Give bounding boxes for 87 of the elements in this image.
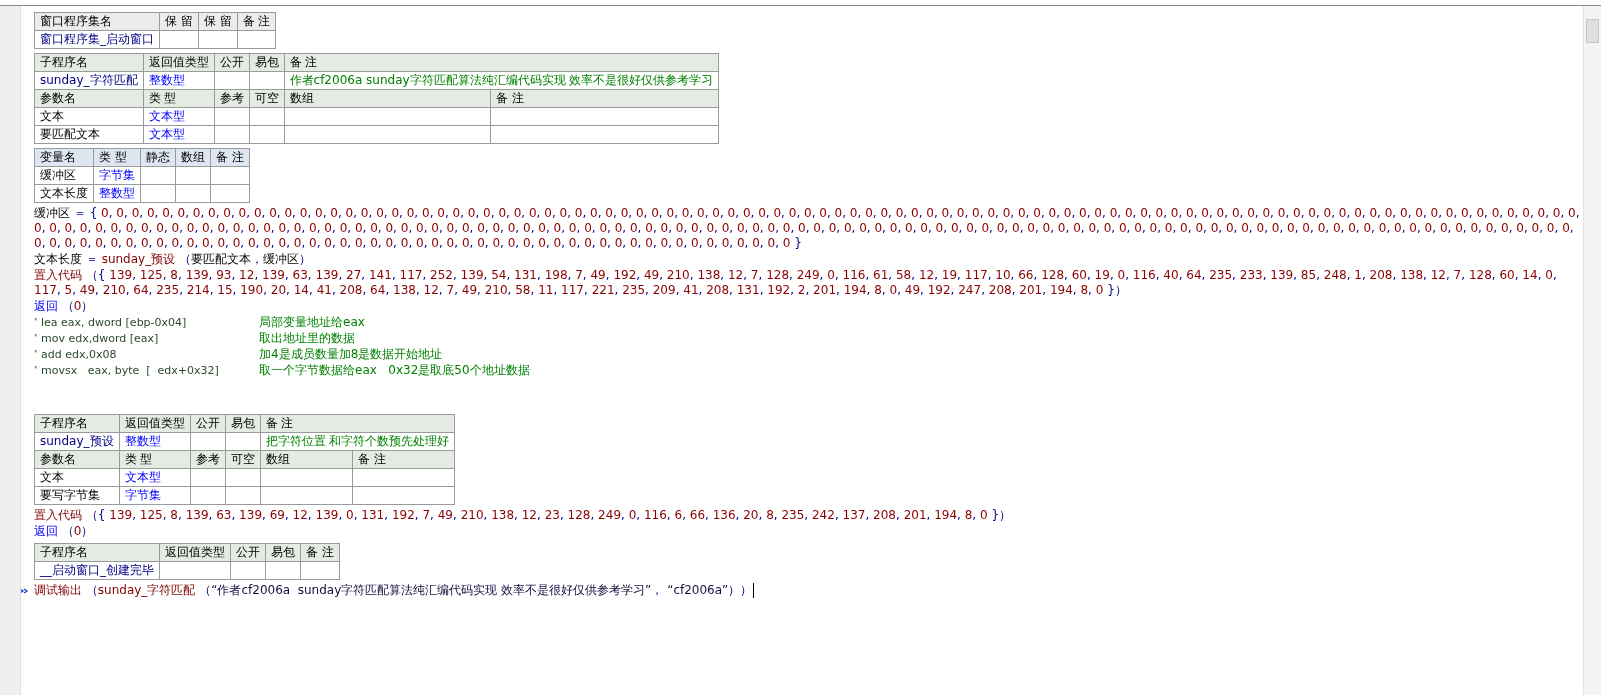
empty-cell [159, 561, 231, 580]
empty-cell [159, 30, 199, 49]
column-header: 静态 [140, 148, 176, 167]
comment-text: 取一个字节数据给eax 0x32是取底50个地址数据 [259, 363, 530, 378]
column-header: 变量名 [34, 148, 94, 167]
empty-cell [190, 468, 226, 487]
table-cell: 字节集 [93, 166, 141, 185]
empty-cell [265, 561, 301, 580]
table-cell: 文本 [34, 107, 144, 126]
empty-cell [140, 184, 176, 203]
empty-cell [225, 432, 261, 451]
commented-code: ’ movsx eax, byte [ edx+0x32] [34, 363, 220, 378]
empty-cell [214, 125, 250, 144]
table-cell: 文本长度 [34, 184, 94, 203]
column-header: 备 注 [300, 543, 340, 562]
empty-cell [249, 125, 285, 144]
code-line: 返回 （0） [34, 299, 95, 314]
column-header: 返回值类型 [143, 53, 215, 72]
table-cell: 作者cf2006a sunday字符匹配算法纯汇编代码实现 效率不是很好仅供参考学习 [284, 71, 719, 90]
table-cell: 要匹配文本 [34, 125, 144, 144]
empty-cell [214, 107, 250, 126]
vertical-scrollbar[interactable] [1583, 6, 1601, 695]
column-header: 窗口程序集名 [34, 12, 160, 31]
empty-cell [225, 468, 261, 487]
table-cell: 整数型 [143, 71, 215, 90]
code-line[interactable]: 调试输出 （sunday_字符匹配 （“作者cf2006a sunday字符匹配算法纯汇编代码实现 效率不是很好仅供参考学习”， “cf2006a”）） [34, 583, 753, 598]
column-header: 易包 [225, 414, 261, 433]
column-header: 子程序名 [34, 414, 120, 433]
comment-text: 加4是成员数量加8是数据开始地址 [259, 347, 443, 362]
column-header: 子程序名 [34, 53, 144, 72]
table-cell: 字节集 [119, 486, 191, 505]
text-cursor [753, 583, 755, 598]
column-header: 保 留 [198, 12, 238, 31]
column-header: 易包 [265, 543, 301, 562]
scrollbar-thumb[interactable] [1586, 19, 1599, 43]
empty-cell [249, 107, 285, 126]
code-line: 文本长度 ＝ sunday_预设 （要匹配文本，缓冲区） [34, 252, 312, 267]
empty-cell [214, 71, 250, 90]
column-header: 备 注 [260, 414, 455, 433]
table-cell: 把字符位置 和字符个数预先处理好 [260, 432, 455, 451]
table-cell: 文本型 [143, 125, 215, 144]
column-header: 返回值类型 [119, 414, 191, 433]
column-header: 数组 [175, 148, 211, 167]
empty-cell [175, 166, 211, 185]
column-header: 备 注 [237, 12, 276, 31]
column-header: 公开 [190, 414, 226, 433]
empty-cell [175, 184, 211, 203]
column-header: 返回值类型 [159, 543, 231, 562]
code-line: 置入代码 （{ 139, 125, 8, 139, 93, 12, 139, 63, 139, 27, 141, 117, 252, 139, 54, 131, 198, 7, 49, 192, 49, 210, 138, 12, 7, 128, 249, 0, 116, 61, 58, 12, 19, 117, 10, 66, 128, 60, 19, 0, 116, 40, 64, 235, 233, 139, 85, 248, 1, 208, 138, 12, 7, 128, 60, 14, 0, 117, 5, 49, 210, 64, 235, 214, 15, 190, 20, 14, 41, 208, 64, 138, 12, 7, 49, 210, 58, 11, 117, 221, 235, 209, 41, 208, 131, 192, 2, 201, 194, 8, 0, 49, 192, 247, 208, 201, 194, 8, 0 }） [34, 268, 1558, 298]
table-cell: 文本型 [119, 468, 191, 487]
empty-cell [249, 71, 285, 90]
table-cell: 整数型 [93, 184, 141, 203]
table-cell: 缓冲区 [34, 166, 94, 185]
code-line: 缓冲区 ＝ { 0, 0, 0, 0, 0, 0, 0, 0, 0, 0, 0, 0, 0, 0, 0, 0, 0, 0, 0, 0, 0, 0, 0, 0, 0, 0, 0, 0, 0, 0, 0, 0, 0, 0, 0, 0, 0, 0, 0, 0, 0, 0, 0, 0, 0, 0, 0, 0, 0, 0, 0, 0, 0, 0, 0, 0, 0, 0, 0, 0, 0, 0, 0, 0, 0, 0, 0, 0, 0, 0, 0, 0, 0, 0, 0, 0, 0, 0, 0, 0, 0, 0, 0, 0, 0, 0, 0, 0, 0, 0, 0, 0, 0, 0, 0, 0, 0, 0, 0, 0, 0, 0, 0, 0, 0, 0, 0, 0, 0, 0, 0, 0, 0, 0, 0, 0, 0, 0, 0, 0, 0, 0, 0, 0, 0, 0, 0, 0, 0, 0, 0, 0, 0, 0, 0, 0, 0, 0, 0, 0, 0, 0, 0, 0, 0, 0, 0, 0, 0, 0, 0, 0, 0, 0, 0, 0, 0, 0, 0, 0, 0, 0, 0, 0, 0, 0, 0, 0, 0, 0, 0, 0, 0, 0, 0, 0, 0, 0, 0, 0, 0, 0, 0, 0, 0, 0, 0, 0, 0, 0, 0, 0, 0, 0, 0, 0, 0, 0, 0, 0, 0, 0, 0, 0, 0, 0, 0, 0, 0, 0, 0, 0, 0, 0, 0, 0, 0, 0, 0, 0, 0, 0, 0, 0, 0, 0, 0, 0, 0, 0, 0, 0, 0, 0, 0, 0, 0, 0, 0, 0, 0, 0, 0, 0, 0, 0, 0, 0 } [34, 206, 1581, 251]
code-line: 置入代码 （{ 139, 125, 8, 139, 63, 139, 69, 12, 139, 0, 131, 192, 7, 49, 210, 138, 12, 23, 128, 249, 0, 116, 6, 66, 136, 20, 8, 235, 242, 137, 208, 201, 194, 8, 0 }） [34, 508, 1013, 523]
empty-cell [237, 30, 276, 49]
comment-text: 取出地址里的数据 [259, 331, 355, 346]
column-header: 备 注 [210, 148, 250, 167]
commented-code: ’ add edx,0x08 [34, 347, 118, 362]
table-cell: sunday_预设 [34, 432, 120, 451]
empty-cell [198, 30, 238, 49]
empty-cell [300, 561, 340, 580]
empty-cell [210, 166, 250, 185]
table-cell: 窗口程序集_启动窗口 [34, 30, 160, 49]
column-header: 子程序名 [34, 543, 160, 562]
column-header: 易包 [249, 53, 285, 72]
empty-cell [140, 166, 176, 185]
column-header: 保 留 [159, 12, 199, 31]
code-line: 返回 （0） [34, 524, 95, 539]
column-header: 备 注 [284, 53, 719, 72]
column-header: 公开 [214, 53, 250, 72]
empty-cell [190, 432, 226, 451]
commented-code: ’ lea eax, dword [ebp-0x04] [34, 315, 188, 330]
empty-cell [230, 561, 266, 580]
table-cell: 文本型 [143, 107, 215, 126]
commented-code: ’ mov edx,dword [eax] [34, 331, 160, 346]
table-cell: 要写字节集 [34, 486, 120, 505]
table-cell: __启动窗口_创建完毕 [34, 561, 160, 580]
empty-cell [210, 184, 250, 203]
table-cell: 整数型 [119, 432, 191, 451]
empty-cell [190, 486, 226, 505]
table-cell: sunday_字符匹配 [34, 71, 144, 90]
column-header: 类 型 [93, 148, 141, 167]
empty-cell [225, 486, 261, 505]
column-header: 公开 [230, 543, 266, 562]
table-cell: 文本 [34, 468, 120, 487]
comment-text: 局部变量地址给eax [259, 315, 365, 330]
